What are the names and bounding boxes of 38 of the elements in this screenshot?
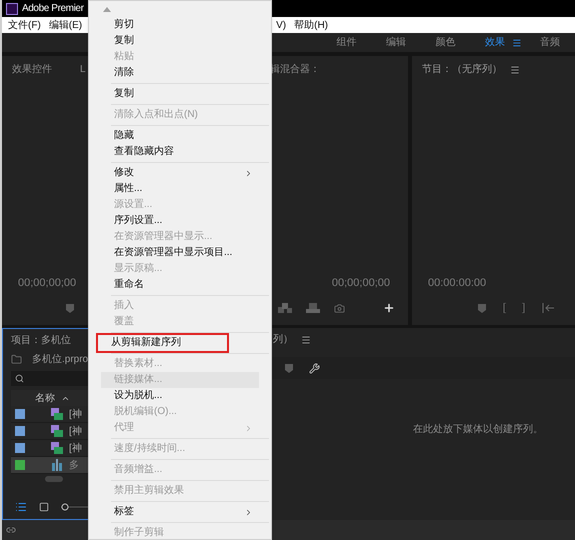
- clip-name: 多: [69, 458, 79, 472]
- menu-item[interactable]: 隐藏: [101, 128, 259, 144]
- panel-title[interactable]: 列）: [273, 332, 293, 347]
- panel-tab[interactable]: 效果控件: [12, 62, 52, 77]
- menu-item[interactable]: 属性...: [101, 181, 259, 197]
- menu-item[interactable]: 在资源管理器中显示项目...: [101, 245, 259, 261]
- menu-item[interactable]: 清除: [101, 65, 259, 81]
- project-file-name: 多机位.prpro: [32, 352, 88, 367]
- menu-item[interactable]: 重命名: [101, 277, 259, 293]
- clip-name: [神: [69, 408, 82, 422]
- column-header[interactable]: 名称: [35, 390, 55, 406]
- menu-item[interactable]: 查看隐藏内容: [101, 144, 259, 160]
- menu-bar-item[interactable]: 文件(F): [8, 18, 41, 32]
- clip-name: [神: [69, 424, 82, 438]
- workspace-tab[interactable]: 音频: [526, 35, 575, 50]
- menu-item[interactable]: 设为脱机...: [101, 388, 259, 404]
- timecode: 00;00;00;00: [332, 276, 391, 290]
- timecode: 00;00;00;00: [18, 276, 76, 290]
- timecode: 00:00:00:00: [428, 276, 486, 290]
- menu-bar-item[interactable]: V): [276, 18, 286, 32]
- menu-item[interactable]: 剪切: [101, 17, 259, 33]
- workspace-tab[interactable]: 效果: [470, 35, 520, 50]
- workspace-tab[interactable]: 组件: [322, 35, 372, 50]
- clip-name: [神: [69, 442, 82, 456]
- window-title: Adobe Premier: [22, 2, 84, 16]
- panel-tab[interactable]: L: [80, 62, 86, 77]
- menu-item[interactable]: 从剪辑新建序列: [98, 335, 227, 351]
- menu-item[interactable]: 复制: [101, 33, 259, 49]
- menu-item[interactable]: 复制: [101, 86, 259, 102]
- menu-item[interactable]: 序列设置...: [101, 213, 259, 229]
- panel-title[interactable]: 节目：（无序列）: [422, 62, 502, 77]
- workspace-tab[interactable]: 编辑: [371, 35, 421, 50]
- empty-timeline-message: 在此处放下媒体以创建序列。: [413, 422, 543, 437]
- menu-item[interactable]: 修改: [101, 165, 259, 181]
- menu-bar-item[interactable]: 编辑(E): [48, 18, 82, 32]
- menu-item[interactable]: 标签: [101, 504, 259, 520]
- menu-bar-item[interactable]: 帮助(H): [294, 18, 328, 32]
- workspace-tab[interactable]: 颜色: [420, 35, 470, 50]
